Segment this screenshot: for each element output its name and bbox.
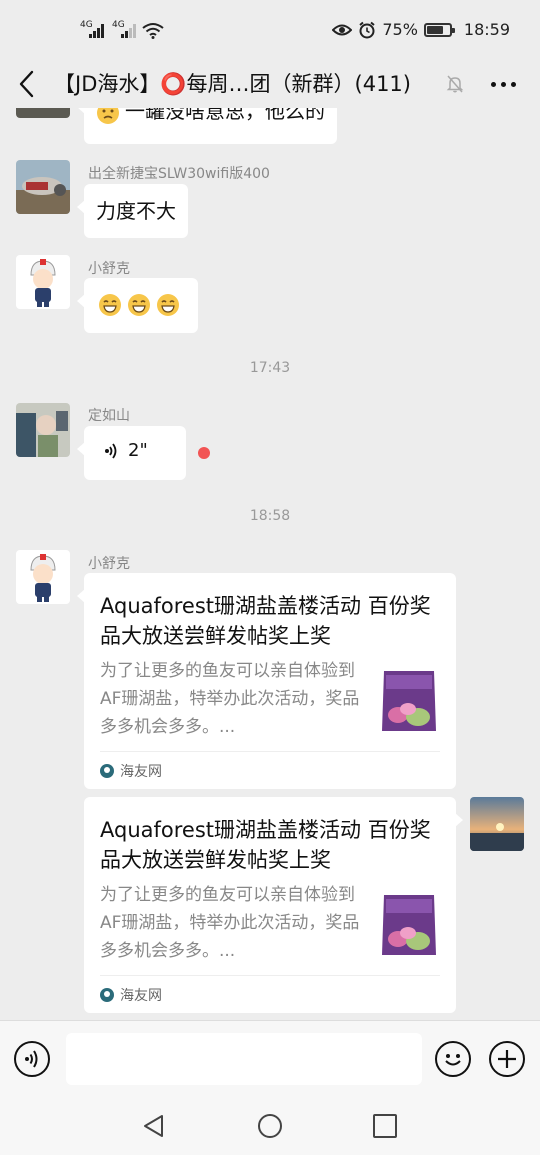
avatar[interactable] [16, 108, 70, 118]
chat-header: 【JD海水】⭕每周…团（新群）(411) [0, 60, 540, 108]
voice-icon [25, 1050, 38, 1068]
voice-input-button[interactable] [14, 1041, 50, 1077]
card-title: Aquaforest珊湖盐盖楼活动 百份奖品大放送尝鲜发帖奖上奖 [100, 594, 431, 648]
message-bubble[interactable]: 一罐没啥意思，他么的 [77, 108, 337, 144]
message-input[interactable] [66, 1033, 422, 1085]
dot [490, 81, 496, 87]
emoji-button[interactable] [435, 1041, 471, 1077]
timestamp: 18:58 [249, 508, 291, 524]
eye-icon [332, 24, 353, 35]
product-thumbnail [382, 671, 436, 731]
avatar-cartoon [16, 550, 70, 604]
card-description: 为了让更多的鱼友可以亲自体验到AF珊湖盐，特举办此次活动，奖品多多机会多多。..… [100, 885, 360, 961]
card-description: 为了让更多的鱼友可以亲自体验到AF珊湖盐，特举办此次活动，奖品多多机会多多。..… [100, 661, 360, 737]
link-card[interactable]: Aquaforest珊湖盐盖楼活动 百份奖品大放送尝鲜发帖奖上奖 为了让更多的鱼… [77, 573, 456, 789]
message-text: 一罐没啥意思，他么的 [125, 108, 325, 123]
crying-emoji-icon [97, 108, 119, 124]
unread-indicator [198, 447, 210, 459]
link-card-sent[interactable]: Aquaforest珊湖盐盖楼活动 百份奖品大放送尝鲜发帖奖上奖 为了让更多的鱼… [84, 797, 463, 1013]
sender-name: 小舒克 [88, 556, 130, 572]
my-avatar[interactable] [470, 797, 524, 851]
avatar[interactable] [16, 403, 70, 457]
avatar-sunset-photo [470, 797, 524, 851]
system-navigation-bar [0, 1098, 540, 1155]
sender-name: 出全新捷宝SLW30wifi版400 [88, 166, 270, 182]
timestamp: 17:43 [249, 360, 291, 376]
card-source: 海友网 [120, 763, 162, 780]
status-right: 75% 18:59 [332, 20, 510, 39]
recents-square-icon[interactable] [372, 1113, 398, 1139]
voice-duration: 2" [128, 440, 148, 461]
source-logo-icon [100, 763, 114, 778]
card-source: 海友网 [120, 987, 162, 1004]
voice-wave-icon [105, 442, 117, 459]
avatar[interactable] [16, 255, 70, 309]
cellular-signal-icon [121, 24, 136, 38]
wifi-icon [142, 23, 164, 39]
grin-emoji-icon [157, 294, 179, 316]
dot [510, 81, 516, 87]
product-thumbnail [382, 895, 436, 955]
dot [500, 81, 506, 87]
sender-name: 定如山 [88, 408, 130, 424]
home-circle-icon[interactable] [257, 1113, 283, 1139]
back-button[interactable] [14, 68, 42, 100]
smiley-icon [445, 1054, 461, 1066]
plus-icon [498, 1050, 516, 1068]
input-bar [0, 1020, 540, 1098]
avatar-photo [16, 160, 70, 214]
sender-name: 小舒克 [88, 261, 130, 277]
more-functions-button[interactable] [489, 1041, 525, 1077]
source-logo-icon [100, 987, 114, 1002]
message-text: 力度不大 [96, 199, 176, 223]
back-triangle-icon[interactable] [141, 1113, 167, 1139]
avatar-cartoon [16, 255, 70, 309]
chevron-left-icon [19, 70, 34, 98]
avatar[interactable] [16, 160, 70, 214]
message-bubble[interactable] [77, 278, 198, 333]
message-list[interactable]: 一罐没啥意思，他么的 出全新捷宝SLW30wifi版400 力度不大 小舒克 1… [0, 108, 540, 1020]
battery-percent: 75% [382, 20, 418, 39]
alarm-icon [359, 21, 375, 38]
message-bubble[interactable]: 力度不大 [77, 184, 188, 238]
status-bar: 4G 4G 75% 18:59 [0, 0, 540, 60]
more-options-button[interactable] [486, 70, 520, 98]
card-title: Aquaforest珊湖盐盖楼活动 百份奖品大放送尝鲜发帖奖上奖 [100, 818, 431, 872]
mute-bell-icon [446, 75, 464, 93]
cellular-signal-icon [89, 24, 104, 38]
avatar-photo [16, 403, 70, 457]
voice-message-bubble[interactable]: 2" [77, 426, 186, 480]
grin-emoji-icon [128, 294, 150, 316]
avatar[interactable] [16, 550, 70, 604]
chat-title: 【JD海水】⭕每周…团（新群）(411) [54, 72, 411, 96]
grin-emoji-icon [99, 294, 121, 316]
battery-icon [423, 22, 455, 37]
clock: 18:59 [463, 20, 510, 39]
